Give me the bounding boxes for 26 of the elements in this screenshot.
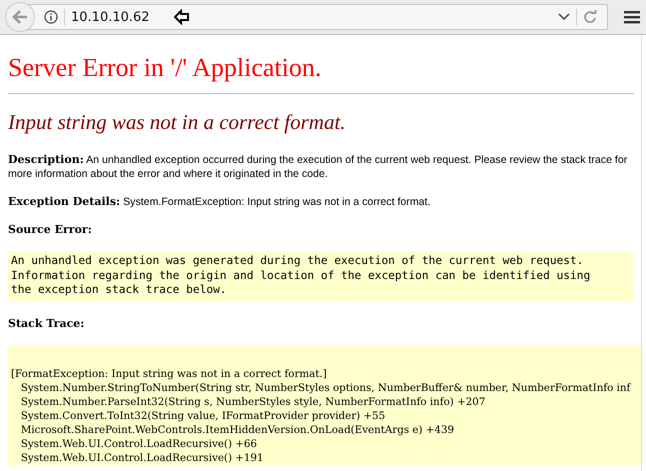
back-arrow-icon [12,10,28,24]
stack-trace-line: System.Convert.ToInt32(String value, IFormatProvider provider) +55 [20,408,386,422]
stack-trace-line: System.Web.UI.Control.LoadRecursive() +191 [20,450,265,464]
address-bar[interactable]: 10.10.10.62 [27,4,608,30]
dropdown-icon[interactable] [558,13,570,21]
stack-trace-label: Stack Trace: [8,316,84,330]
stack-trace-line: Microsoft.SharePoint.WebControls.ItemHiddenVersion.OnLoad(EventArgs e) +439 [20,422,456,436]
page-title: Server Error in '/' Application. [8,53,322,83]
url-text: 10.10.10.62 [71,10,150,24]
code-line: An unhandled exception was generated during the execution of the current web request. [11,254,585,268]
reload-icon[interactable] [583,10,597,24]
info-icon[interactable] [44,10,58,24]
exception-details-label: Exception Details: [8,195,120,208]
stack-trace-line: [FormatException: Input string was not in a correct format.] [11,366,328,380]
arrow-cursor-icon [174,9,190,25]
stack-trace-line: System.Number.ParseInt32(String s, NumberStyles style, NumberFormatInfo info) +207 [20,394,486,408]
back-button[interactable] [5,2,35,32]
source-error-label: Source Error: [8,223,92,236]
stack-trace-line: System.Web.UI.Control.LoadRecursive() +66 [20,436,258,450]
code-line: the exception stack trace below. [11,283,228,298]
stack-trace-line: System.Number.StringToNumber(String str, NumberStyles options, NumberBuffer& number, NumberFormatInfo inf [20,380,632,394]
description-text: Description: An unhandled exception occurred during the execution of the current web request. Please review the stack trace for more information about the error and where it originated in the code. [8,153,628,181]
menu-icon[interactable] [624,10,640,24]
exception-details-text: System.FormatException: Input string was not in a correct format. [123,196,430,208]
code-line: Information regarding the origin and location of the exception can be identified using [11,268,592,283]
error-message: Input string was not in a correct format. [8,110,347,135]
